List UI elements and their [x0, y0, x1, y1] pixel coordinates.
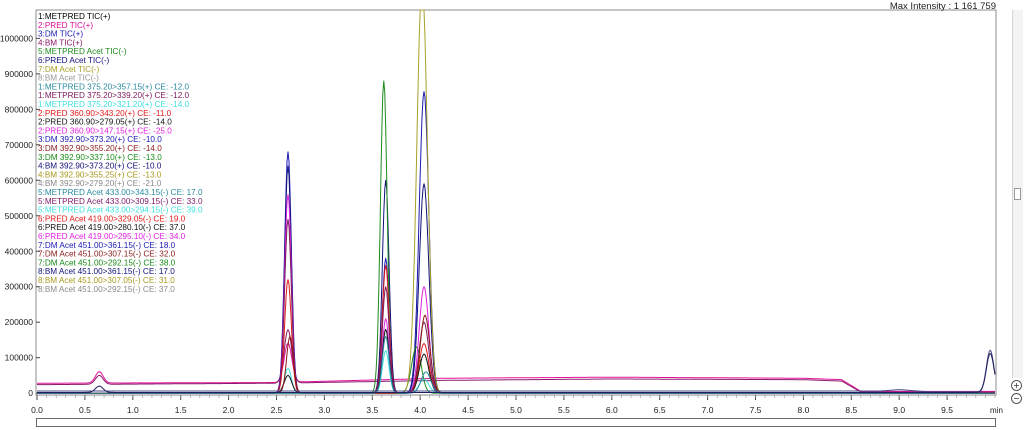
y-tick-label: 200000	[5, 317, 34, 327]
legend-entry: 2:PRED 360.90>147.15(+) CE: -25.0	[38, 126, 172, 135]
legend-entry: 8:BM Acet 451.00>307.05(-) CE: 31.0	[38, 276, 175, 285]
scrollbar-thumb[interactable]	[1014, 188, 1021, 200]
legend-entry: 8:BM Acet 451.00>292.15(-) CE: 37.0	[38, 285, 175, 294]
y-tick-label: 1000000	[0, 33, 33, 43]
legend-entry: 8:BM Acet TIC(-)	[38, 74, 99, 83]
x-tick-label: 9.0	[893, 405, 905, 415]
x-tick-label: 1.5	[175, 405, 187, 415]
x-tick-label: 6.5	[654, 405, 666, 415]
zoom-out-icon[interactable]: −	[1011, 393, 1022, 404]
legend-entry: 2:PRED 360.90>279.05(+) CE: -14.0	[38, 118, 172, 127]
y-tick-label: 0	[28, 388, 33, 398]
legend-entry: 7:DM Acet TIC(-)	[38, 65, 100, 74]
y-tick-label: 700000	[5, 140, 34, 150]
y-tick-label: 800000	[5, 104, 34, 114]
x-tick-label: 5.5	[558, 405, 570, 415]
legend-entry: 6:PRED Acet 419.00>295.10(-) CE: 34.0	[38, 232, 186, 241]
legend-entry: 4:BM 392.90>373.20(+) CE: -10.0	[38, 162, 162, 171]
x-axis: 0.0 0.5 1.0 1.5 2.0 2.5 3.0 3.5 4.0 4.5 5.0 5.5 6.0 6…	[31, 395, 996, 415]
legend-entry: 8:BM Acet 451.00>361.15(-) CE: 17.0	[38, 267, 175, 276]
vertical-scrollbar[interactable]	[1012, 10, 1023, 378]
x-tick-label: 0.0	[31, 405, 43, 415]
y-tick-label: 400000	[5, 246, 34, 256]
legend-entry: 2:PRED TIC(+)	[38, 21, 93, 30]
zoom-in-icon[interactable]: +	[1011, 380, 1022, 391]
x-tick-label: 3.5	[366, 405, 378, 415]
x-tick-label: 2.0	[223, 405, 235, 415]
legend-entry: 3:DM TIC(+)	[38, 30, 83, 39]
x-tick-label: 8.0	[797, 405, 809, 415]
x-tick-label: 7.0	[702, 405, 714, 415]
y-axis: 0 100000 200000 300000 400000 500000 600000 700…	[0, 33, 40, 398]
y-tick-label: 900000	[5, 69, 34, 79]
chromatogram-viewer: { "header": { "max_intensity": "Max Inte…	[0, 0, 1024, 430]
x-axis-unit: min	[990, 406, 1003, 415]
legend-entry: 6:PRED Acet 419.00>280.10(-) CE: 37.0	[38, 223, 186, 232]
legend-entry: 5:METPRED Acet TIC(-)	[38, 47, 127, 56]
y-tick-label: 100000	[5, 353, 34, 363]
legend-entry: 3:DM 392.90>373.20(+) CE: -10.0	[38, 135, 162, 144]
x-tick-label: 6.0	[606, 405, 618, 415]
legend-entry: 1:METPRED 375.20>321.20(+) CE: -14.0	[38, 100, 190, 109]
x-tick-label: 3.0	[318, 405, 330, 415]
x-tick-label: 4.0	[414, 405, 426, 415]
y-tick-label: 500000	[5, 211, 34, 221]
x-tick-label: 5.0	[510, 405, 522, 415]
legend-entry: 7:DM Acet 451.00>361.15(-) CE: 18.0	[38, 241, 176, 250]
legend-entry: 5:METPRED Acet 433.00>309.15(-) CE: 33.0	[38, 197, 203, 206]
legend-entry: 4:BM 392.90>279.20(+) CE: -21.0	[38, 179, 162, 188]
y-tick-label: 600000	[5, 175, 34, 185]
x-tick-label: 7.5	[750, 405, 762, 415]
x-tick-label: 4.5	[462, 405, 474, 415]
horizontal-scrollbar[interactable]	[36, 418, 996, 427]
legend-entry: 1:METPRED 375.20>339.20(+) CE: -12.0	[38, 91, 190, 100]
x-tick-label: 9.5	[941, 405, 953, 415]
legend-entry: 7:DM Acet 451.00>292.15(-) CE: 38.0	[38, 258, 176, 267]
x-tick-label: 0.5	[79, 405, 91, 415]
chromatogram-plot: 0 100000 200000 300000 400000 500000 600000 700…	[0, 9, 1003, 415]
legend-entry: 4:BM 392.90>355.25(+) CE: -13.0	[38, 170, 162, 179]
legend-entry: 2:PRED 360.90>343.20(+) CE: -11.0	[38, 109, 172, 118]
legend-entry: 5:METPRED Acet 433.00>294.15(-) CE: 39.0	[38, 206, 203, 215]
legend-entry: 1:METPRED TIC(+)	[38, 12, 111, 21]
legend-entry: 5:METPRED Acet 433.00>343.15(-) CE: 17.0	[38, 188, 203, 197]
x-tick-label: 8.5	[845, 405, 857, 415]
x-tick-label: 1.0	[127, 405, 139, 415]
legend-entry: 3:DM 392.90>337.10(+) CE: -13.0	[38, 153, 162, 162]
x-tick-label: 2.5	[271, 405, 283, 415]
legend-entry: 1:METPRED 375.20>357.15(+) CE: -12.0	[38, 82, 190, 91]
legend-entry: 6:PRED Acet TIC(-)	[38, 56, 110, 65]
max-intensity-label: Max Intensity : 1 161 759	[889, 1, 996, 12]
legend-entry: 7:DM Acet 451.00>307.15(-) CE: 32.0	[38, 250, 176, 259]
legend-entry: 3:DM 392.90>355.20(+) CE: -14.0	[38, 144, 162, 153]
legend-entry: 4:BM TIC(+)	[38, 38, 83, 47]
y-tick-label: 300000	[5, 282, 34, 292]
legend-entry: 6:PRED Acet 419.00>329.05(-) CE: 19.0	[38, 214, 186, 223]
